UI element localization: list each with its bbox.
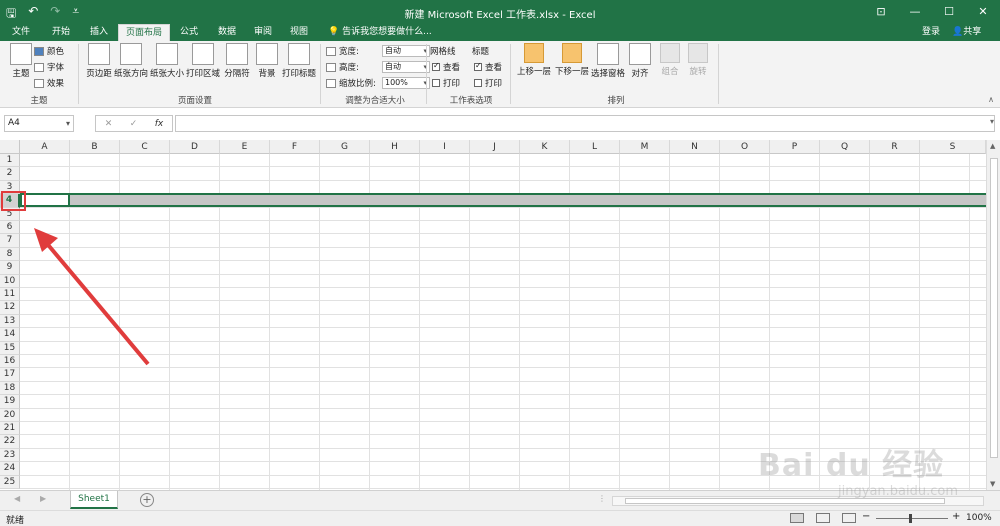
arrow-head bbox=[34, 228, 58, 252]
arrow-shaft bbox=[42, 238, 150, 366]
baidu-watermark: Bai du 经验 jingyan.baidu.com bbox=[758, 440, 958, 500]
watermark-brand: Bai du 经验 bbox=[758, 448, 945, 483]
excel-window: 🖫 ↶ ↷ ⩡ 新建 Microsoft Excel 工作表.xlsx - Ex… bbox=[0, 0, 1000, 526]
watermark-url: jingyan.baidu.com bbox=[838, 484, 958, 499]
